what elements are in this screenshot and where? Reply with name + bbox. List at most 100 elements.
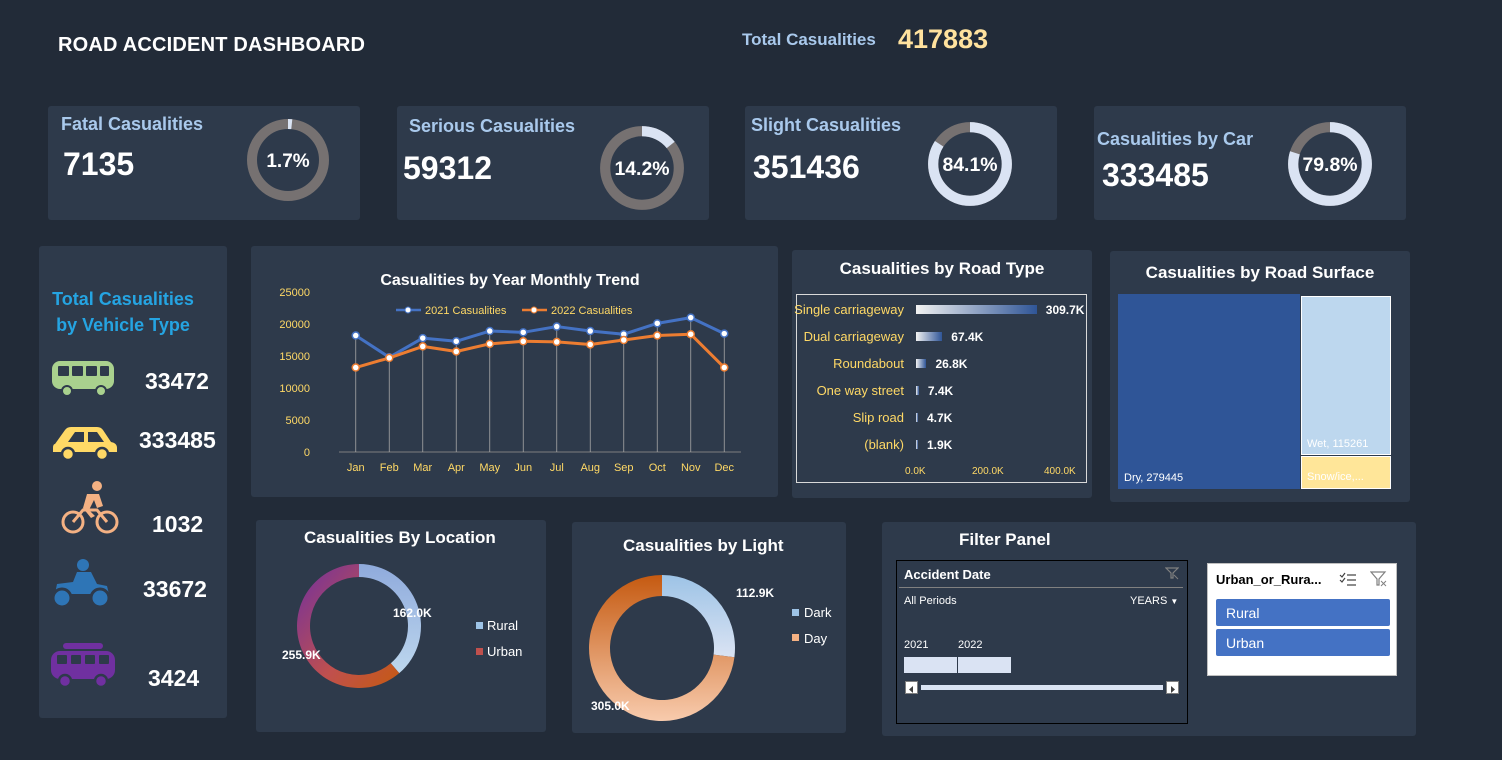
y-tick-label: 5000 (286, 415, 310, 427)
timeline-bar-2021[interactable] (904, 657, 957, 673)
slicer-item-urban[interactable]: Urban (1216, 629, 1390, 656)
x-tick-label: Jul (550, 462, 564, 474)
urban-rural-slicer[interactable]: Urban_or_Rura... Rural Urban (1207, 563, 1397, 676)
legend-swatch-urban (476, 648, 483, 655)
x-tick-label: Sep (614, 462, 634, 474)
legend-marker-2022 (530, 306, 538, 314)
data-point (485, 326, 494, 336)
road-type-bar (916, 440, 918, 449)
timeline-scrollbar[interactable] (905, 681, 1179, 694)
treemap-label-wet: Wet, 115261 (1307, 438, 1369, 450)
kpi-card-fatal: Fatal Casualities 7135 1.7% (48, 106, 360, 220)
dark-value-label: 112.9K (736, 586, 774, 600)
road-type-label: Roundabout (833, 356, 904, 371)
timeline-year-2022: 2022 (958, 639, 983, 651)
caret-left-icon (909, 686, 913, 693)
legend-day: Day (804, 631, 828, 646)
bus-icon (52, 361, 114, 397)
data-point (686, 329, 695, 339)
timeline-unit-label: YEARS (1130, 595, 1168, 607)
urban-value-label: 255.9K (282, 648, 321, 662)
day-value-label: 305.0K (591, 699, 630, 713)
chart-title: Casualities by Road Surface (1145, 263, 1375, 282)
y-tick-label: 15000 (279, 351, 310, 363)
slicer-title: Urban_or_Rura... (1216, 572, 1322, 587)
slicer-item-rural[interactable]: Rural (1216, 599, 1390, 626)
slicer-item-label: Rural (1226, 605, 1260, 621)
kpi-donut: 84.1% (928, 122, 1012, 206)
road-type-xtick: 400.0K (1044, 466, 1076, 477)
scroll-thumb[interactable] (921, 685, 1163, 690)
x-tick-label: Feb (380, 462, 399, 474)
data-point (720, 363, 729, 372)
kpi-label: Fatal Casualities (61, 114, 204, 134)
data-point (653, 331, 662, 340)
road-type-value: 7.4K (927, 384, 954, 398)
motorcycle-casualties-value: 33672 (143, 576, 207, 602)
road-type-label: One way street (816, 383, 904, 398)
clear-filter-icon[interactable] (1165, 566, 1179, 580)
treemap-label-dry: Dry, 279445 (1124, 472, 1184, 484)
x-tick-label: Apr (448, 462, 465, 474)
multi-select-icon[interactable] (1339, 572, 1357, 588)
kpi-percent: 14.2% (614, 158, 669, 180)
kpi-percent: 1.7% (266, 151, 309, 172)
bicycle-icon (61, 481, 119, 534)
bus-casualties-value: 33472 (145, 368, 209, 394)
vehicle-type-panel: Total Casualities by Vehicle Type 33472 … (39, 246, 227, 718)
data-point (720, 329, 729, 338)
timeline-bar-2022[interactable] (958, 657, 1011, 673)
data-point (385, 353, 394, 363)
data-point (485, 339, 494, 349)
y-tick-label: 10000 (279, 383, 310, 395)
data-point (686, 313, 695, 322)
light-panel: Casualities by Light 112.9K 305.0K Dark … (572, 522, 846, 733)
kpi-percent: 79.8% (1302, 154, 1357, 176)
bicycle-casualties-value: 1032 (152, 511, 204, 537)
data-point (552, 337, 561, 347)
chart-title: Casualities by Year Monthly Trend (380, 272, 639, 289)
legend-dark: Dark (804, 605, 832, 620)
kpi-card-car: Casualities by Car 333485 79.8% (1094, 106, 1406, 220)
slicer-item-label: Urban (1226, 635, 1265, 651)
kpi-value: 59312 (403, 150, 492, 186)
treemap-wet: Wet, 115261 (1301, 296, 1391, 455)
legend-2022: 2022 Casualities (551, 305, 633, 317)
x-tick-label: Nov (681, 462, 701, 474)
road-type-value: 26.8K (935, 357, 968, 371)
kpi-donut: 14.2% (600, 126, 684, 210)
road-type-label: Dual carriageway (803, 329, 904, 344)
data-point (586, 326, 595, 336)
x-tick-label: Dec (714, 462, 734, 474)
y-tick-label: 25000 (279, 287, 310, 299)
data-point (552, 322, 561, 331)
x-tick-label: Jan (347, 462, 365, 474)
donut-slice (662, 575, 735, 658)
scroll-left-button[interactable] (905, 681, 918, 694)
timeline-unit-select[interactable]: YEARS ▼ (1130, 595, 1178, 607)
road-type-label: Slip road (852, 410, 904, 425)
scroll-right-button[interactable] (1166, 681, 1179, 694)
data-point (351, 363, 360, 372)
legend-rural: Rural (487, 618, 518, 633)
x-tick-label: May (479, 462, 500, 474)
clear-filter-icon[interactable] (1370, 571, 1388, 587)
kpi-label: Slight Casualities (751, 115, 902, 135)
legend-swatch-day (792, 634, 799, 641)
timeline-year-2021: 2021 (904, 639, 929, 651)
data-point (619, 335, 628, 345)
x-tick-label: Jun (514, 462, 532, 474)
monthly-trend-panel: Casualities by Year Monthly Trend 0 5000 1… (251, 246, 778, 497)
data-point (351, 331, 360, 340)
road-type-value: 1.9K (927, 438, 953, 452)
accident-date-timeline[interactable]: Accident Date All Periods YEARS ▼ 2021 2… (896, 560, 1188, 724)
x-tick-label: Aug (580, 462, 600, 474)
light-donut-chart: 112.9K 305.0K Dark Day (589, 575, 832, 721)
kpi-value: 7135 (63, 146, 135, 182)
x-tick-label: Mar (413, 462, 432, 474)
road-type-bar (916, 332, 943, 341)
dashboard-title: ROAD ACCIDENT DASHBOARD (58, 34, 366, 56)
total-casualties-value: 417883 (898, 24, 989, 54)
road-type-value: 4.7K (927, 411, 953, 425)
van-icon (51, 643, 115, 689)
